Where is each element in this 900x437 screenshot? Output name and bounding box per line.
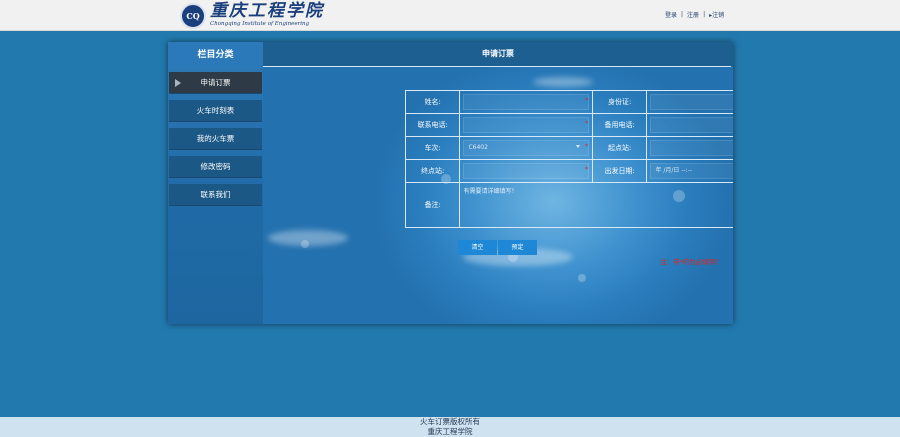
to-cell: * (459, 159, 593, 183)
sidebar-title: 栏目分类 (168, 42, 263, 69)
clear-button[interactable]: 清空 (458, 240, 497, 255)
logout-link[interactable]: ▸注销 (709, 10, 724, 19)
backup-phone-input[interactable] (650, 117, 733, 133)
id-cell: * (646, 90, 733, 114)
sidebar-item-my-tickets[interactable]: 我的火车票 (169, 128, 262, 150)
sidebar-item-change-password[interactable]: 修改密码 (169, 156, 262, 178)
name-cell: * (459, 90, 593, 114)
departure-date-input[interactable]: 年 /月/日 --:-- (650, 163, 733, 179)
required-hint: 注：带*的为必填项！ (660, 258, 722, 266)
sidebar-item-label: 申请订票 (200, 78, 231, 87)
school-logo: CQ 重庆工程学院 Chongqing Institute of Enginee… (180, 2, 324, 29)
login-link[interactable]: 登录 (665, 10, 677, 19)
bubble-decoration (578, 274, 586, 282)
booking-form: 姓名: * 身份证: * 联系电话: * 备用电话: (404, 90, 733, 228)
school-emblem-icon: CQ (180, 2, 206, 29)
content-area: 申请订票 姓名: * 身份证: * 联系电话: * (263, 42, 733, 324)
to-label: 终点站: (404, 159, 461, 183)
phone-input[interactable] (463, 117, 589, 133)
top-bar: CQ 重庆工程学院 Chongqing Institute of Enginee… (0, 0, 900, 31)
note-label: 备注: (404, 182, 461, 228)
note-textarea[interactable]: 有需要请详细填写！ (463, 186, 517, 195)
train-select[interactable]: C6402 (463, 140, 589, 156)
name-label: 姓名: (404, 90, 461, 114)
sidebar: 栏目分类 申请订票 火车时刻表 我的火车票 修改密码 联系我们 (168, 42, 263, 324)
phone-cell: * (459, 113, 593, 137)
sidebar-item-label: 修改密码 (200, 162, 231, 171)
train-label: 车次: (404, 136, 461, 160)
required-mark: * (584, 120, 588, 127)
phone2-label: 备用电话: (591, 113, 648, 137)
id-label: 身份证: (591, 90, 648, 114)
train-cell: C6402 * (459, 136, 593, 160)
from-label: 起点站: (591, 136, 648, 160)
date-label: 出发日期: (591, 159, 648, 183)
from-cell: * (646, 136, 733, 160)
cloud-decoration (533, 77, 593, 87)
phone2-cell (646, 113, 733, 137)
required-mark: * (584, 143, 588, 150)
sidebar-item-label: 我的火车票 (196, 134, 235, 143)
account-links: 登录 | 注册 | ▸注销 (665, 10, 724, 19)
date-cell: 年 /月/日 --:-- * (646, 159, 733, 183)
from-station-input[interactable] (650, 140, 733, 156)
logo-name-en: Chongqing Institute of Engineering (210, 21, 310, 28)
page-title: 申请订票 (263, 42, 733, 66)
logo-name-cn: 重庆工程学院 (210, 1, 324, 22)
link-separator: | (703, 11, 706, 18)
note-cell: 有需要请详细填写！ (459, 182, 733, 228)
id-card-input[interactable] (650, 94, 733, 110)
sidebar-item-book-ticket[interactable]: 申请订票 (169, 72, 262, 94)
footer: 火车订票版权所有 重庆工程学院 (0, 417, 900, 437)
logo-text: 重庆工程学院 Chongqing Institute of Engineerin… (210, 3, 324, 28)
link-separator: | (681, 11, 684, 18)
sidebar-item-label: 联系我们 (200, 190, 231, 199)
sidebar-item-label: 火车时刻表 (196, 106, 235, 115)
phone-label: 联系电话: (404, 113, 461, 137)
footer-copyright: 火车订票版权所有 (420, 417, 480, 426)
arrow-right-icon (175, 79, 181, 87)
bubble-decoration (301, 240, 309, 248)
header-divider (263, 66, 731, 67)
register-link[interactable]: 注册 (687, 10, 699, 19)
sidebar-item-contact[interactable]: 联系我们 (169, 184, 262, 206)
footer-school: 重庆工程学院 (427, 427, 473, 436)
sidebar-item-timetable[interactable]: 火车时刻表 (169, 100, 262, 122)
required-mark: * (584, 97, 588, 104)
submit-button[interactable]: 预定 (498, 240, 537, 255)
to-station-input[interactable] (463, 163, 589, 179)
chevron-down-icon (575, 145, 580, 148)
required-mark: * (584, 166, 588, 173)
name-input[interactable] (463, 94, 589, 110)
main-panel: 栏目分类 申请订票 火车时刻表 我的火车票 修改密码 联系我们 申请订票 姓名:… (168, 42, 733, 324)
